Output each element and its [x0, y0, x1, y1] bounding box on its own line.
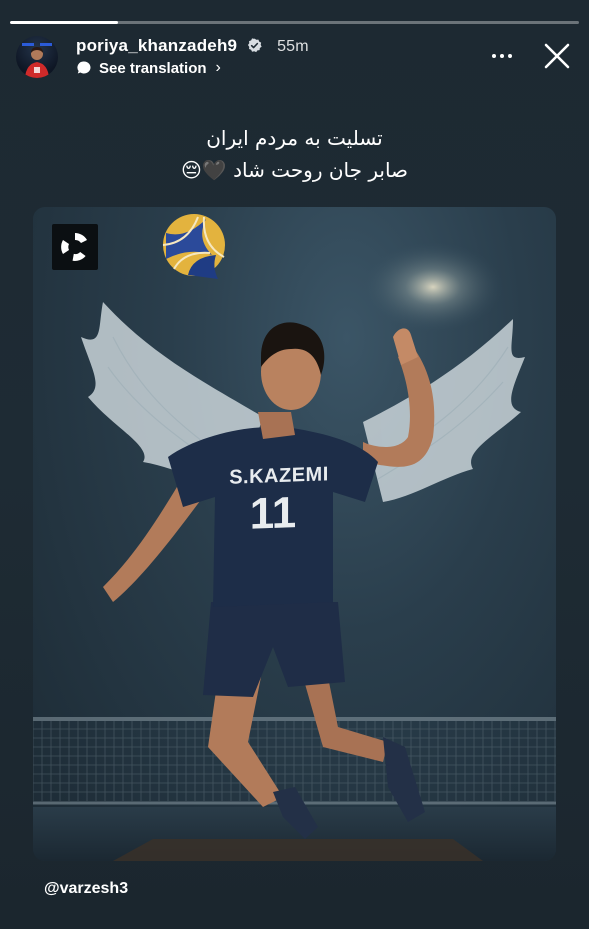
more-horizontal-icon-dot: [508, 54, 512, 58]
avatar[interactable]: [16, 36, 58, 78]
translate-bubble-icon: [77, 61, 91, 74]
username-row[interactable]: poriya_khanzadeh9 55m: [76, 36, 309, 56]
story-progress-bar: [10, 21, 579, 24]
see-translation-button[interactable]: See translation ›: [76, 59, 221, 77]
caption-line-1: تسلیت به مردم ایران: [206, 126, 383, 150]
chevron-right-icon: ›: [215, 59, 221, 76]
jersey-name: S.KAZEMI: [229, 463, 329, 489]
close-icon[interactable]: [541, 40, 573, 72]
verified-badge-icon: [248, 38, 262, 53]
more-options-button[interactable]: [487, 42, 517, 70]
story-progress-fill: [10, 21, 119, 24]
story-viewer[interactable]: poriya_khanzadeh9 55m See translation › …: [0, 0, 589, 929]
watermark-logo: [52, 224, 98, 270]
more-horizontal-icon-dot: [500, 54, 504, 58]
caption-line-2: صابر جان روحت شاد 🖤😔: [180, 158, 409, 182]
story-image[interactable]: S.KAZEMI 11: [33, 207, 556, 861]
post-time: 55m: [277, 38, 309, 55]
mention-sticker[interactable]: @varzesh3: [44, 880, 128, 898]
more-horizontal-icon-dot: [492, 54, 496, 58]
volleyball: [162, 214, 225, 279]
jersey-number: 11: [249, 488, 297, 539]
story-caption: تسلیت به مردم ایران صابر جان روحت شاد 🖤😔: [0, 122, 589, 186]
story-header: poriya_khanzadeh9 55m See translation ›: [16, 34, 573, 82]
username[interactable]: poriya_khanzadeh9: [76, 36, 237, 55]
see-translation-label: See translation: [99, 59, 207, 77]
